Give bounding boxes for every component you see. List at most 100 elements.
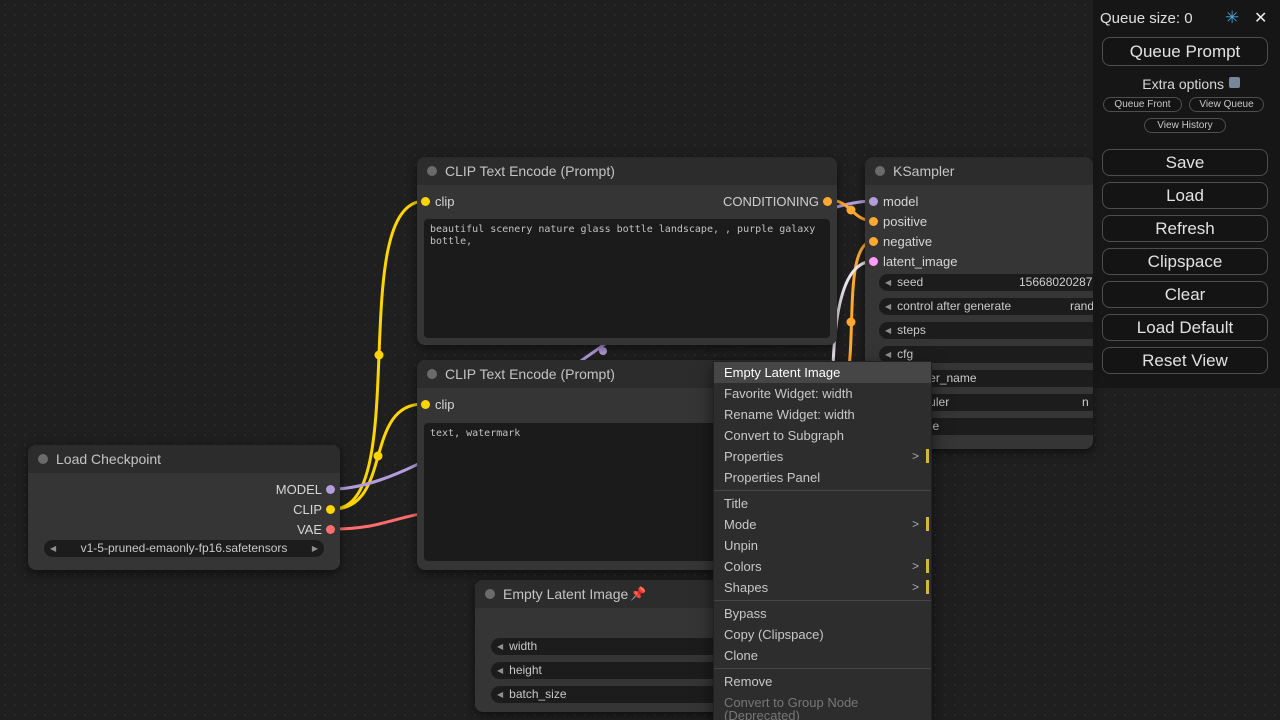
context-menu-title: Empty Latent Image (714, 362, 931, 383)
output-dot-clip[interactable] (326, 505, 335, 514)
menu-item-clone[interactable]: Clone (714, 645, 931, 666)
node-title-bar[interactable]: CLIP Text Encode (Prompt) (417, 157, 837, 185)
control-after-generate-widget[interactable]: ◀ control after generate rand (879, 298, 1093, 315)
clear-button[interactable]: Clear (1102, 281, 1268, 308)
menu-separator (714, 668, 931, 669)
menu-item-unpin[interactable]: Unpin (714, 535, 931, 556)
menu-item-label: Unpin (724, 538, 758, 553)
submenu-indicator-bar (926, 449, 929, 463)
seed-widget[interactable]: ◀ seed 15668020287 (879, 274, 1093, 291)
menu-item-title[interactable]: Title (714, 493, 931, 514)
comfy-menu-panel: Queue size: 0 ✳ ✕ Queue Prompt Extra opt… (1093, 0, 1280, 388)
menu-item-label: Clone (724, 648, 758, 663)
widget-name: steps (897, 323, 926, 337)
decrement-arrow-icon[interactable]: ◀ (879, 274, 897, 291)
submenu-arrow-icon: > (911, 580, 919, 594)
input-label-model: model (883, 194, 919, 209)
menu-item-shapes[interactable]: Shapes > (714, 577, 931, 598)
menu-item-label: Colors (724, 559, 762, 574)
load-default-button[interactable]: Load Default (1102, 314, 1268, 341)
menu-item-label: Properties (724, 449, 784, 464)
wire-clip-to-positive-encode (331, 199, 427, 511)
menu-item-rename-widget[interactable]: Rename Widget: width (714, 404, 931, 425)
submenu-indicator-bar (926, 559, 929, 573)
close-icon[interactable]: ✕ (1254, 8, 1267, 28)
queue-prompt-button[interactable]: Queue Prompt (1102, 37, 1268, 66)
menu-item-mode[interactable]: Mode > (714, 514, 931, 535)
widget-name: control after generate (897, 299, 1012, 313)
decrement-arrow-icon[interactable]: ◀ (879, 322, 897, 339)
input-dot-latent-image[interactable] (869, 257, 878, 266)
input-dot-positive[interactable] (869, 217, 878, 226)
menu-item-remove[interactable]: Remove (714, 671, 931, 692)
node-load-checkpoint[interactable]: Load Checkpoint MODEL CLIP VAE ◀ v1-5-pr… (28, 445, 340, 570)
menu-item-label: Convert to Subgraph (724, 428, 844, 443)
node-title-bar[interactable]: KSampler (865, 157, 1093, 185)
ckpt-name-combo[interactable]: ◀ v1-5-pruned-emaonly-fp16.safetensors ▶ (44, 540, 324, 557)
input-dot-negative[interactable] (869, 237, 878, 246)
ckpt-name-value: v1-5-pruned-emaonly-fp16.safetensors (80, 541, 288, 555)
output-dot-vae[interactable] (326, 525, 335, 534)
input-dot-clip[interactable] (421, 400, 430, 409)
widget-name: width (509, 639, 538, 653)
menu-item-convert-to-subgraph[interactable]: Convert to Subgraph (714, 425, 931, 446)
pin-icon: 📌 (630, 586, 647, 601)
menu-item-label: Rename Widget: width (724, 407, 855, 422)
input-label-latent-image: latent_image (883, 254, 958, 269)
submenu-indicator-bar (926, 580, 929, 594)
input-dot-model[interactable] (869, 197, 878, 206)
input-label-clip: clip (435, 194, 455, 209)
output-label-clip: CLIP (293, 502, 322, 517)
menu-item-label: Mode (724, 517, 757, 532)
input-label-positive: positive (883, 214, 928, 229)
widget-name: height (509, 663, 542, 677)
clipspace-button[interactable]: Clipspace (1102, 248, 1268, 275)
node-status-dot-icon (485, 589, 495, 599)
node-status-dot-icon (875, 166, 885, 176)
save-button[interactable]: Save (1102, 149, 1268, 176)
settings-gear-icon[interactable]: ✳ (1225, 8, 1239, 28)
node-title-bar[interactable]: Load Checkpoint (28, 445, 340, 473)
prompt-textarea[interactable]: beautiful scenery nature glass bottle la… (424, 219, 830, 338)
menu-item-label: Favorite Widget: width (724, 386, 853, 401)
prev-arrow-icon[interactable]: ◀ (44, 540, 62, 557)
menu-item-colors[interactable]: Colors > (714, 556, 931, 577)
refresh-button[interactable]: Refresh (1102, 215, 1268, 242)
node-status-dot-icon (38, 454, 48, 464)
output-label-model: MODEL (275, 482, 322, 497)
input-label-clip: clip (435, 397, 455, 412)
node-clip-text-encode-positive[interactable]: CLIP Text Encode (Prompt) clip CONDITION… (417, 157, 837, 345)
menu-item-properties[interactable]: Properties > (714, 446, 931, 467)
node-title: KSampler (893, 163, 955, 179)
decrement-arrow-icon[interactable]: ◀ (491, 638, 509, 655)
queue-front-button[interactable]: Queue Front (1103, 97, 1182, 112)
next-arrow-icon[interactable]: ▶ (306, 540, 324, 557)
reset-view-button[interactable]: Reset View (1102, 347, 1268, 374)
output-dot-conditioning[interactable] (823, 197, 832, 206)
load-button[interactable]: Load (1102, 182, 1268, 209)
decrement-arrow-icon[interactable]: ◀ (491, 662, 509, 679)
node-title: Empty Latent Image (503, 586, 629, 602)
view-queue-button[interactable]: View Queue (1189, 97, 1264, 112)
menu-item-copy-clipspace[interactable]: Copy (Clipspace) (714, 624, 931, 645)
comfyui-canvas[interactable]: Load Checkpoint MODEL CLIP VAE ◀ v1-5-pr… (0, 0, 1280, 720)
input-dot-clip[interactable] (421, 197, 430, 206)
link-midpoint-dot (599, 347, 607, 355)
extra-options-checkbox[interactable] (1229, 77, 1240, 88)
output-dot-model[interactable] (326, 485, 335, 494)
submenu-arrow-icon: > (911, 449, 919, 463)
steps-widget[interactable]: ◀ steps (879, 322, 1093, 339)
prev-arrow-icon[interactable]: ◀ (879, 298, 897, 315)
menu-item-favorite-widget[interactable]: Favorite Widget: width (714, 383, 931, 404)
view-history-button[interactable]: View History (1144, 118, 1226, 133)
widget-name: seed (897, 275, 924, 289)
decrement-arrow-icon[interactable]: ◀ (491, 686, 509, 703)
menu-item-bypass[interactable]: Bypass (714, 603, 931, 624)
link-midpoint-dot (846, 205, 856, 215)
link-midpoint-dot (374, 350, 384, 360)
menu-item-label: Remove (724, 674, 773, 689)
submenu-indicator-bar (926, 517, 929, 531)
input-label-negative: negative (883, 234, 933, 249)
menu-item-label: Copy (Clipspace) (724, 627, 824, 642)
menu-item-properties-panel[interactable]: Properties Panel (714, 467, 931, 488)
